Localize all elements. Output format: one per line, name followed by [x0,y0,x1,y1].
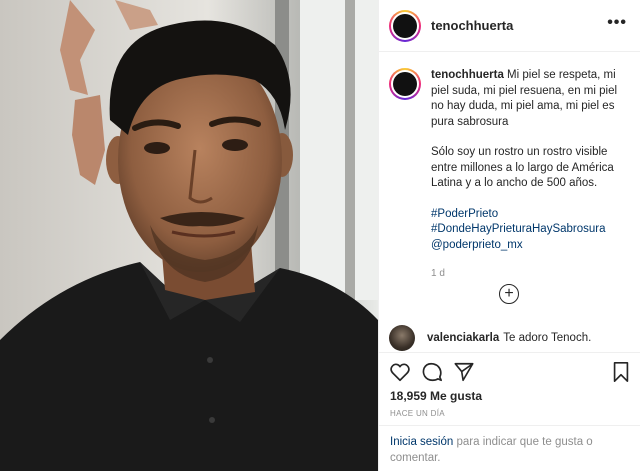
post-age: HACE UN DÍA [390,409,445,418]
post-actions: 18,959 Me gusta HACE UN DÍA Inicia sesió… [379,352,640,464]
caption-avatar[interactable] [389,68,421,100]
post-header: tenochhuerta ••• [379,0,640,52]
commenter-avatar[interactable] [389,325,415,351]
login-link[interactable]: Inicia sesión [390,436,453,448]
comment-text: Te adoro Tenoch. [503,332,592,344]
post-caption: tenochhuerta Mi piel se respeta, mi piel… [389,68,629,282]
header-username[interactable]: tenochhuerta [431,18,513,33]
hashtag-link[interactable]: #PoderPrieto [431,207,629,223]
post-side-panel: tenochhuerta ••• tenochhuerta Mi piel se… [378,0,640,471]
share-icon[interactable] [453,361,475,383]
caption-username[interactable]: tenochhuerta [431,69,504,81]
comment-item: valenciakarla Te adoro Tenoch. [389,325,639,351]
load-more-comments-icon[interactable]: + [499,284,519,304]
hashtag-link[interactable]: #DondeHayPrieturaHaySabrosura [431,222,629,238]
like-count[interactable]: 18,959 Me gusta [390,389,482,403]
bookmark-icon[interactable] [611,361,631,383]
login-prompt: Inicia sesión para indicar que te gusta … [379,425,640,465]
comment-username[interactable]: valenciakarla [427,332,499,344]
heart-icon[interactable] [389,361,411,383]
profile-avatar[interactable] [389,9,421,42]
mention-link[interactable]: @poderprieto_mx [431,238,629,254]
comment-icon[interactable] [421,361,443,383]
caption-timestamp: 1 d [431,268,445,279]
more-options-icon[interactable]: ••• [607,14,627,32]
post-photo [0,0,378,471]
portrait-image [0,0,378,471]
caption-paragraph-2: Sólo soy un rostro un rostro visible ent… [431,146,614,189]
